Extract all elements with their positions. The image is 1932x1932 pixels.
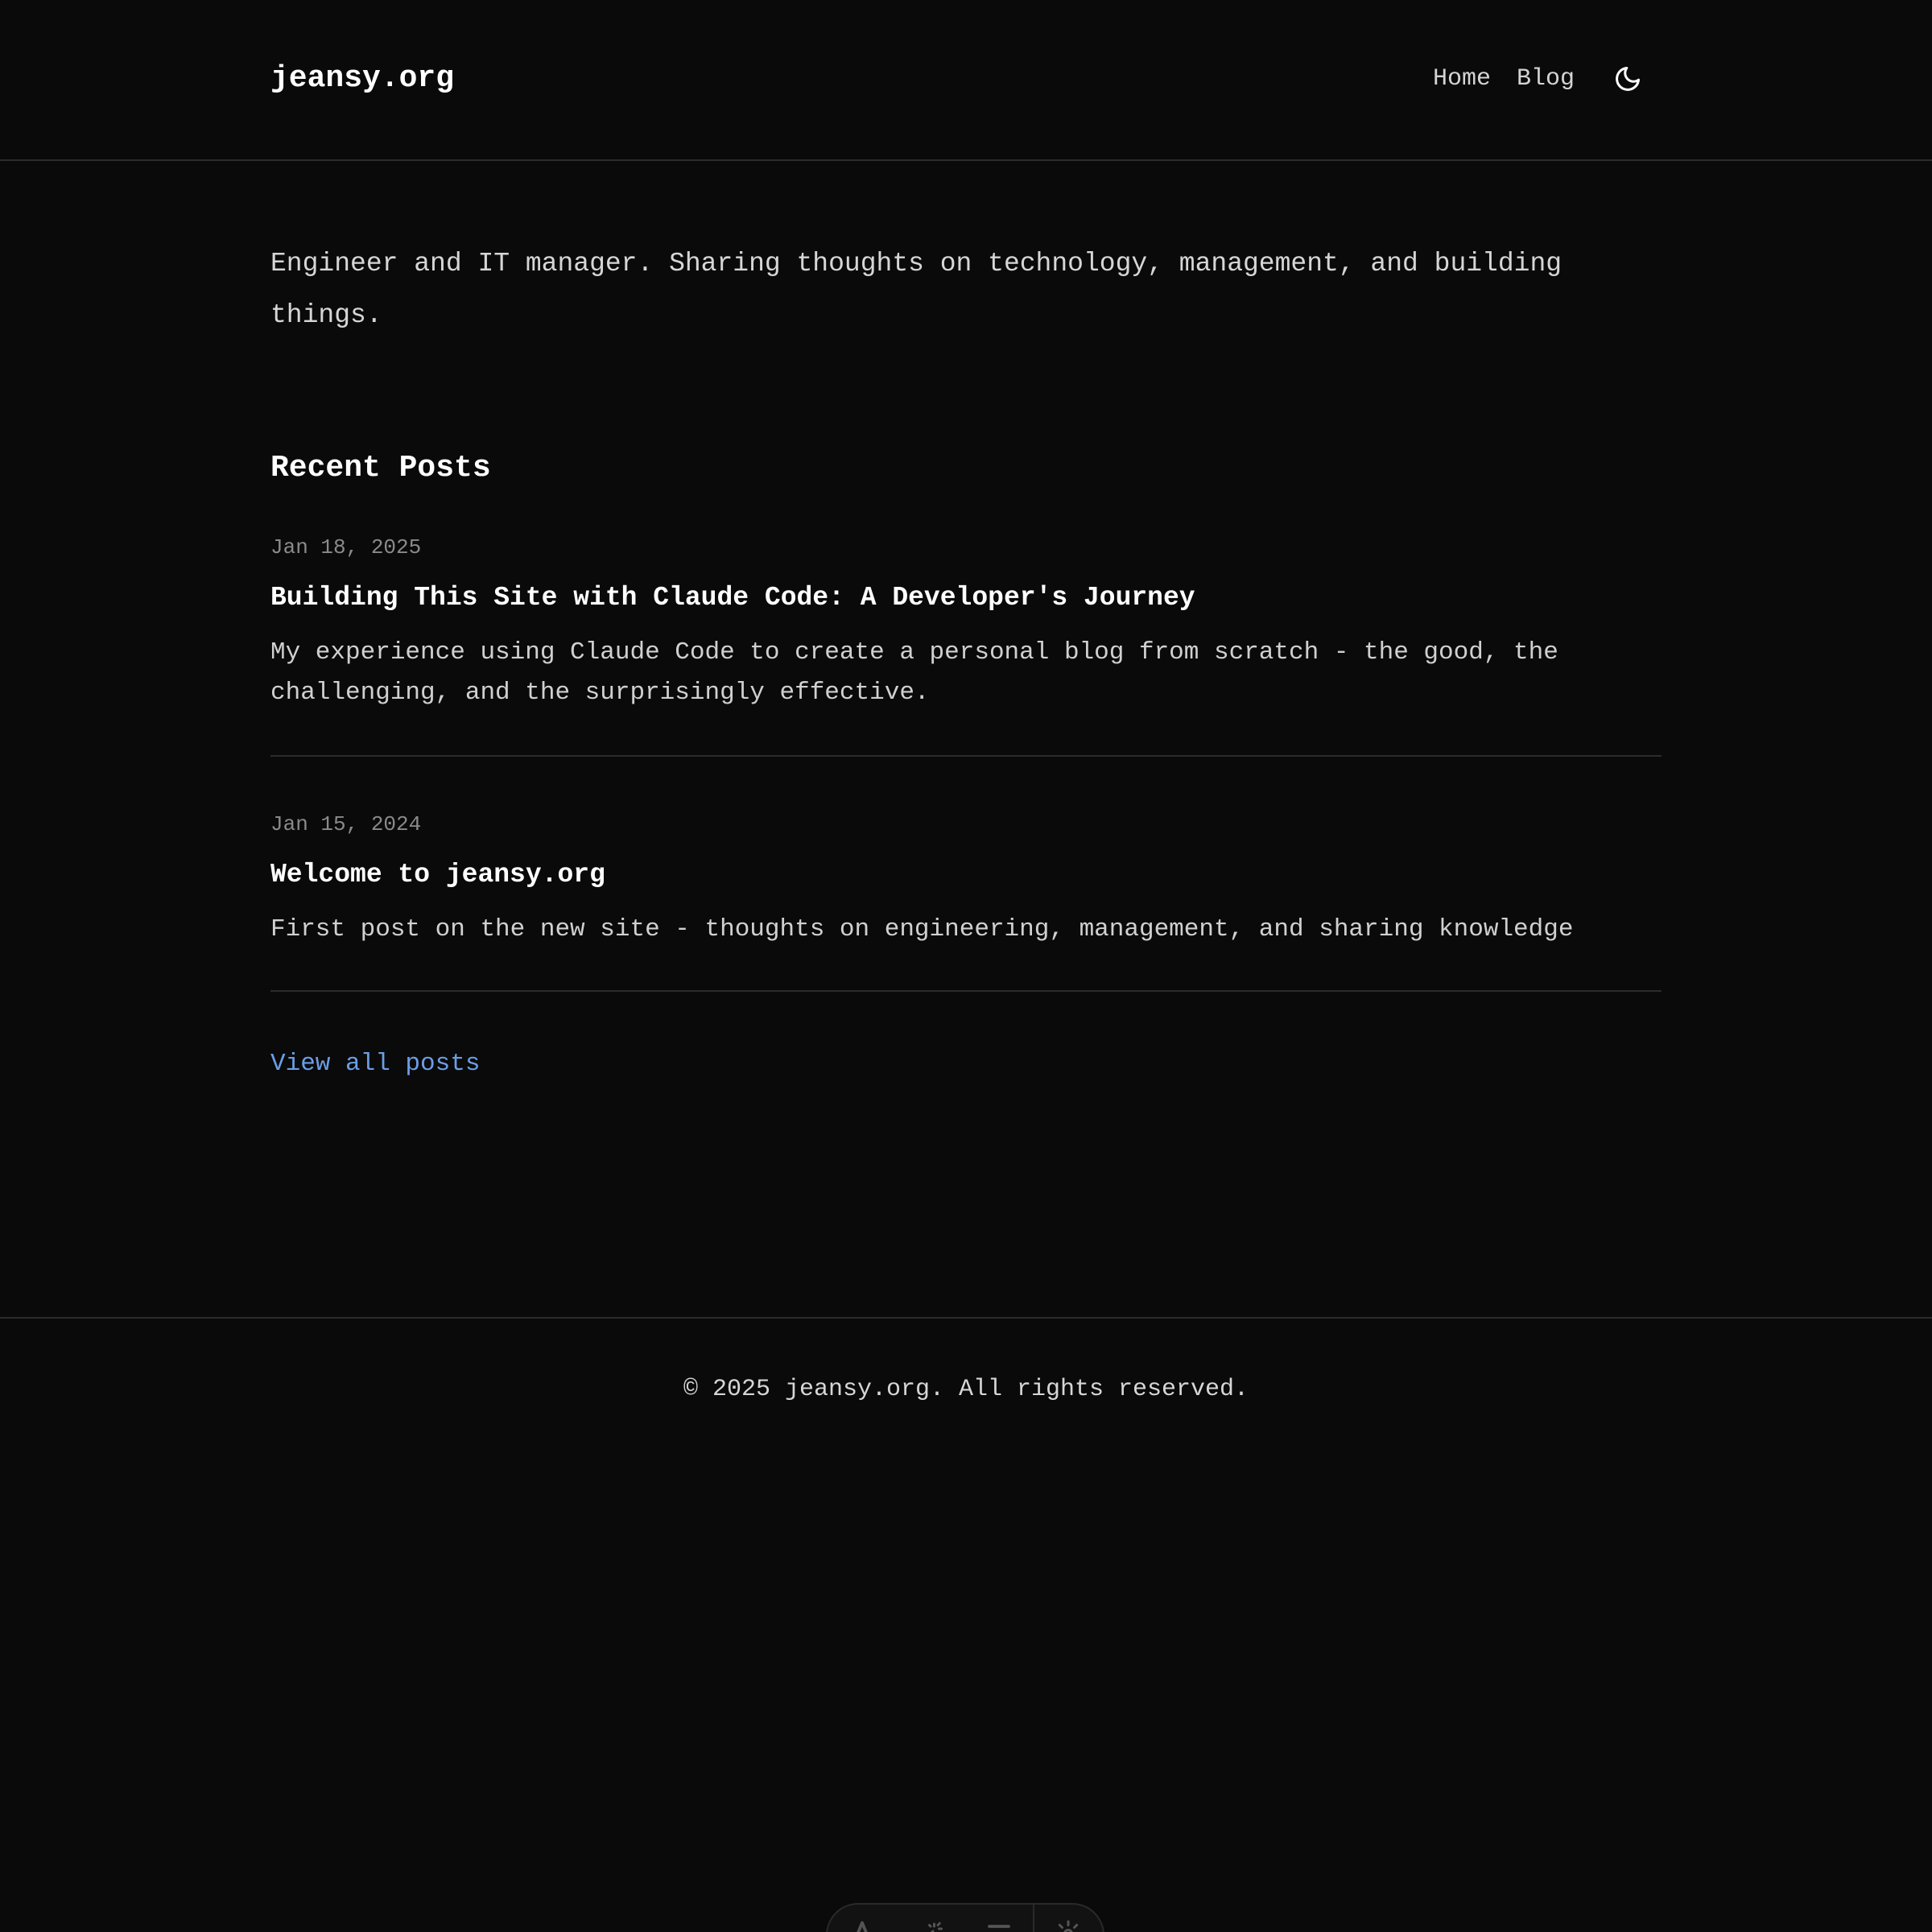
post-item: Jan 15, 2024 Welcome to jeansy.org First… (270, 810, 1662, 992)
post-title-link[interactable]: Building This Site with Claude Code: A D… (270, 581, 1662, 615)
main-nav: Home Blog (1407, 61, 1645, 97)
site-footer: © 2025 jeansy.org. All rights reserved. (0, 1317, 1932, 1414)
nav-link-blog[interactable]: Blog (1517, 61, 1575, 97)
gear-icon (1059, 1920, 1079, 1932)
toolbar-settings-button[interactable] (1034, 1905, 1103, 1932)
floating-toolbar (826, 1903, 1104, 1932)
site-title-link[interactable]: jeansy.org (270, 61, 454, 97)
post-excerpt: First post on the new site - thoughts on… (270, 915, 1574, 943)
menu-icon (987, 1925, 1010, 1928)
site-header: jeansy.org Home Blog (0, 0, 1932, 161)
toolbar-text-button[interactable] (828, 1905, 896, 1932)
post-date: Jan 18, 2025 (270, 535, 422, 559)
page: jeansy.org Home Blog Engineer and IT man… (0, 0, 1932, 1932)
toolbar-menu-button[interactable] (964, 1905, 1033, 1932)
text-icon (856, 1921, 868, 1932)
post-title-link[interactable]: Welcome to jeansy.org (270, 858, 1662, 892)
toolbar-magic-button[interactable] (896, 1905, 964, 1932)
moon-icon (1616, 67, 1640, 91)
view-all-posts-link[interactable]: View all posts (270, 1046, 480, 1082)
post-date: Jan 15, 2024 (270, 812, 422, 836)
recent-posts-heading: Recent Posts (270, 451, 491, 485)
copyright-text: © 2025 jeansy.org. All rights reserved. (683, 1376, 1249, 1403)
nav-link-home[interactable]: Home (1433, 61, 1491, 97)
magic-wand-icon (927, 1922, 943, 1932)
theme-toggle-button[interactable] (1610, 61, 1645, 97)
post-excerpt: My experience using Claude Code to creat… (270, 638, 1558, 707)
intro-text: Engineer and IT manager. Sharing thought… (270, 249, 1563, 330)
post-item: Jan 18, 2025 Building This Site with Cla… (270, 533, 1662, 757)
